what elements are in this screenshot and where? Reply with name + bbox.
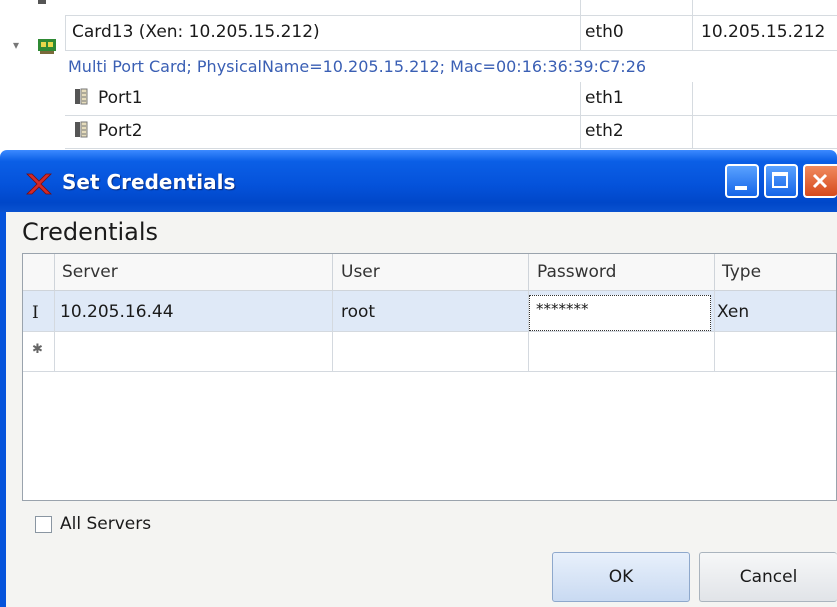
column-header-type[interactable]: Type [715, 254, 836, 291]
column-header-password[interactable]: Password [529, 254, 715, 291]
port-interface: eth1 [585, 88, 624, 108]
new-row-indicator: ✱ [23, 332, 55, 372]
maximize-icon [772, 172, 788, 188]
row-header-corner [23, 254, 55, 291]
grid-line [692, 0, 693, 50]
credentials-grid[interactable]: Server User Password Type I 10.205.16.44… [22, 253, 837, 501]
port-name[interactable]: Port2 [98, 121, 143, 141]
tree-marker [38, 0, 46, 4]
close-button[interactable] [803, 164, 837, 198]
column-header-user[interactable]: User [333, 254, 529, 291]
cancel-button[interactable]: Cancel [699, 552, 837, 602]
new-type-cell[interactable] [715, 332, 836, 372]
card-ip: 10.205.15.212 [701, 22, 826, 42]
row-edit-indicator: I [23, 291, 55, 332]
grid-line [580, 0, 581, 50]
grid-line [580, 82, 581, 148]
grid-line [65, 15, 66, 50]
set-credentials-dialog: Set Credentials Credentials Server User … [0, 150, 837, 607]
all-servers-label[interactable]: All Servers [60, 514, 151, 534]
user-cell[interactable]: root [333, 291, 529, 332]
card-title[interactable]: Card13 (Xen: 10.205.15.212) [72, 22, 320, 42]
port-name[interactable]: Port1 [98, 88, 143, 108]
minimize-button[interactable] [725, 164, 759, 198]
app-x-icon [26, 173, 52, 195]
dialog-title: Set Credentials [62, 170, 236, 194]
grid-line [65, 148, 837, 149]
new-server-cell[interactable] [55, 332, 333, 372]
server-cell[interactable]: 10.205.16.44 [55, 291, 333, 332]
column-header-server[interactable]: Server [55, 254, 333, 291]
collapse-arrow-icon[interactable]: ▾ [13, 38, 19, 52]
section-heading: Credentials [22, 218, 159, 246]
new-password-cell[interactable] [529, 332, 715, 372]
port-icon [75, 88, 88, 105]
ok-button[interactable]: OK [552, 552, 690, 602]
network-card-icon [38, 39, 56, 54]
close-icon [812, 173, 828, 189]
port-icon [75, 121, 88, 138]
grid-line [65, 15, 837, 16]
dialog-title-bar[interactable]: Set Credentials [0, 150, 837, 212]
type-cell[interactable]: Xen [715, 291, 836, 332]
port-interface: eth2 [585, 121, 624, 141]
password-mask: ******* [536, 300, 589, 318]
maximize-button[interactable] [764, 164, 798, 198]
grid-line [692, 82, 693, 148]
card-interface: eth0 [585, 22, 624, 42]
new-user-cell[interactable] [333, 332, 529, 372]
grid-line [65, 115, 837, 116]
minimize-icon [735, 186, 747, 190]
all-servers-checkbox[interactable] [35, 516, 52, 533]
password-input[interactable]: ******* [529, 295, 711, 331]
grid-line [65, 50, 837, 51]
card-description: Multi Port Card; PhysicalName=10.205.15.… [68, 57, 647, 76]
